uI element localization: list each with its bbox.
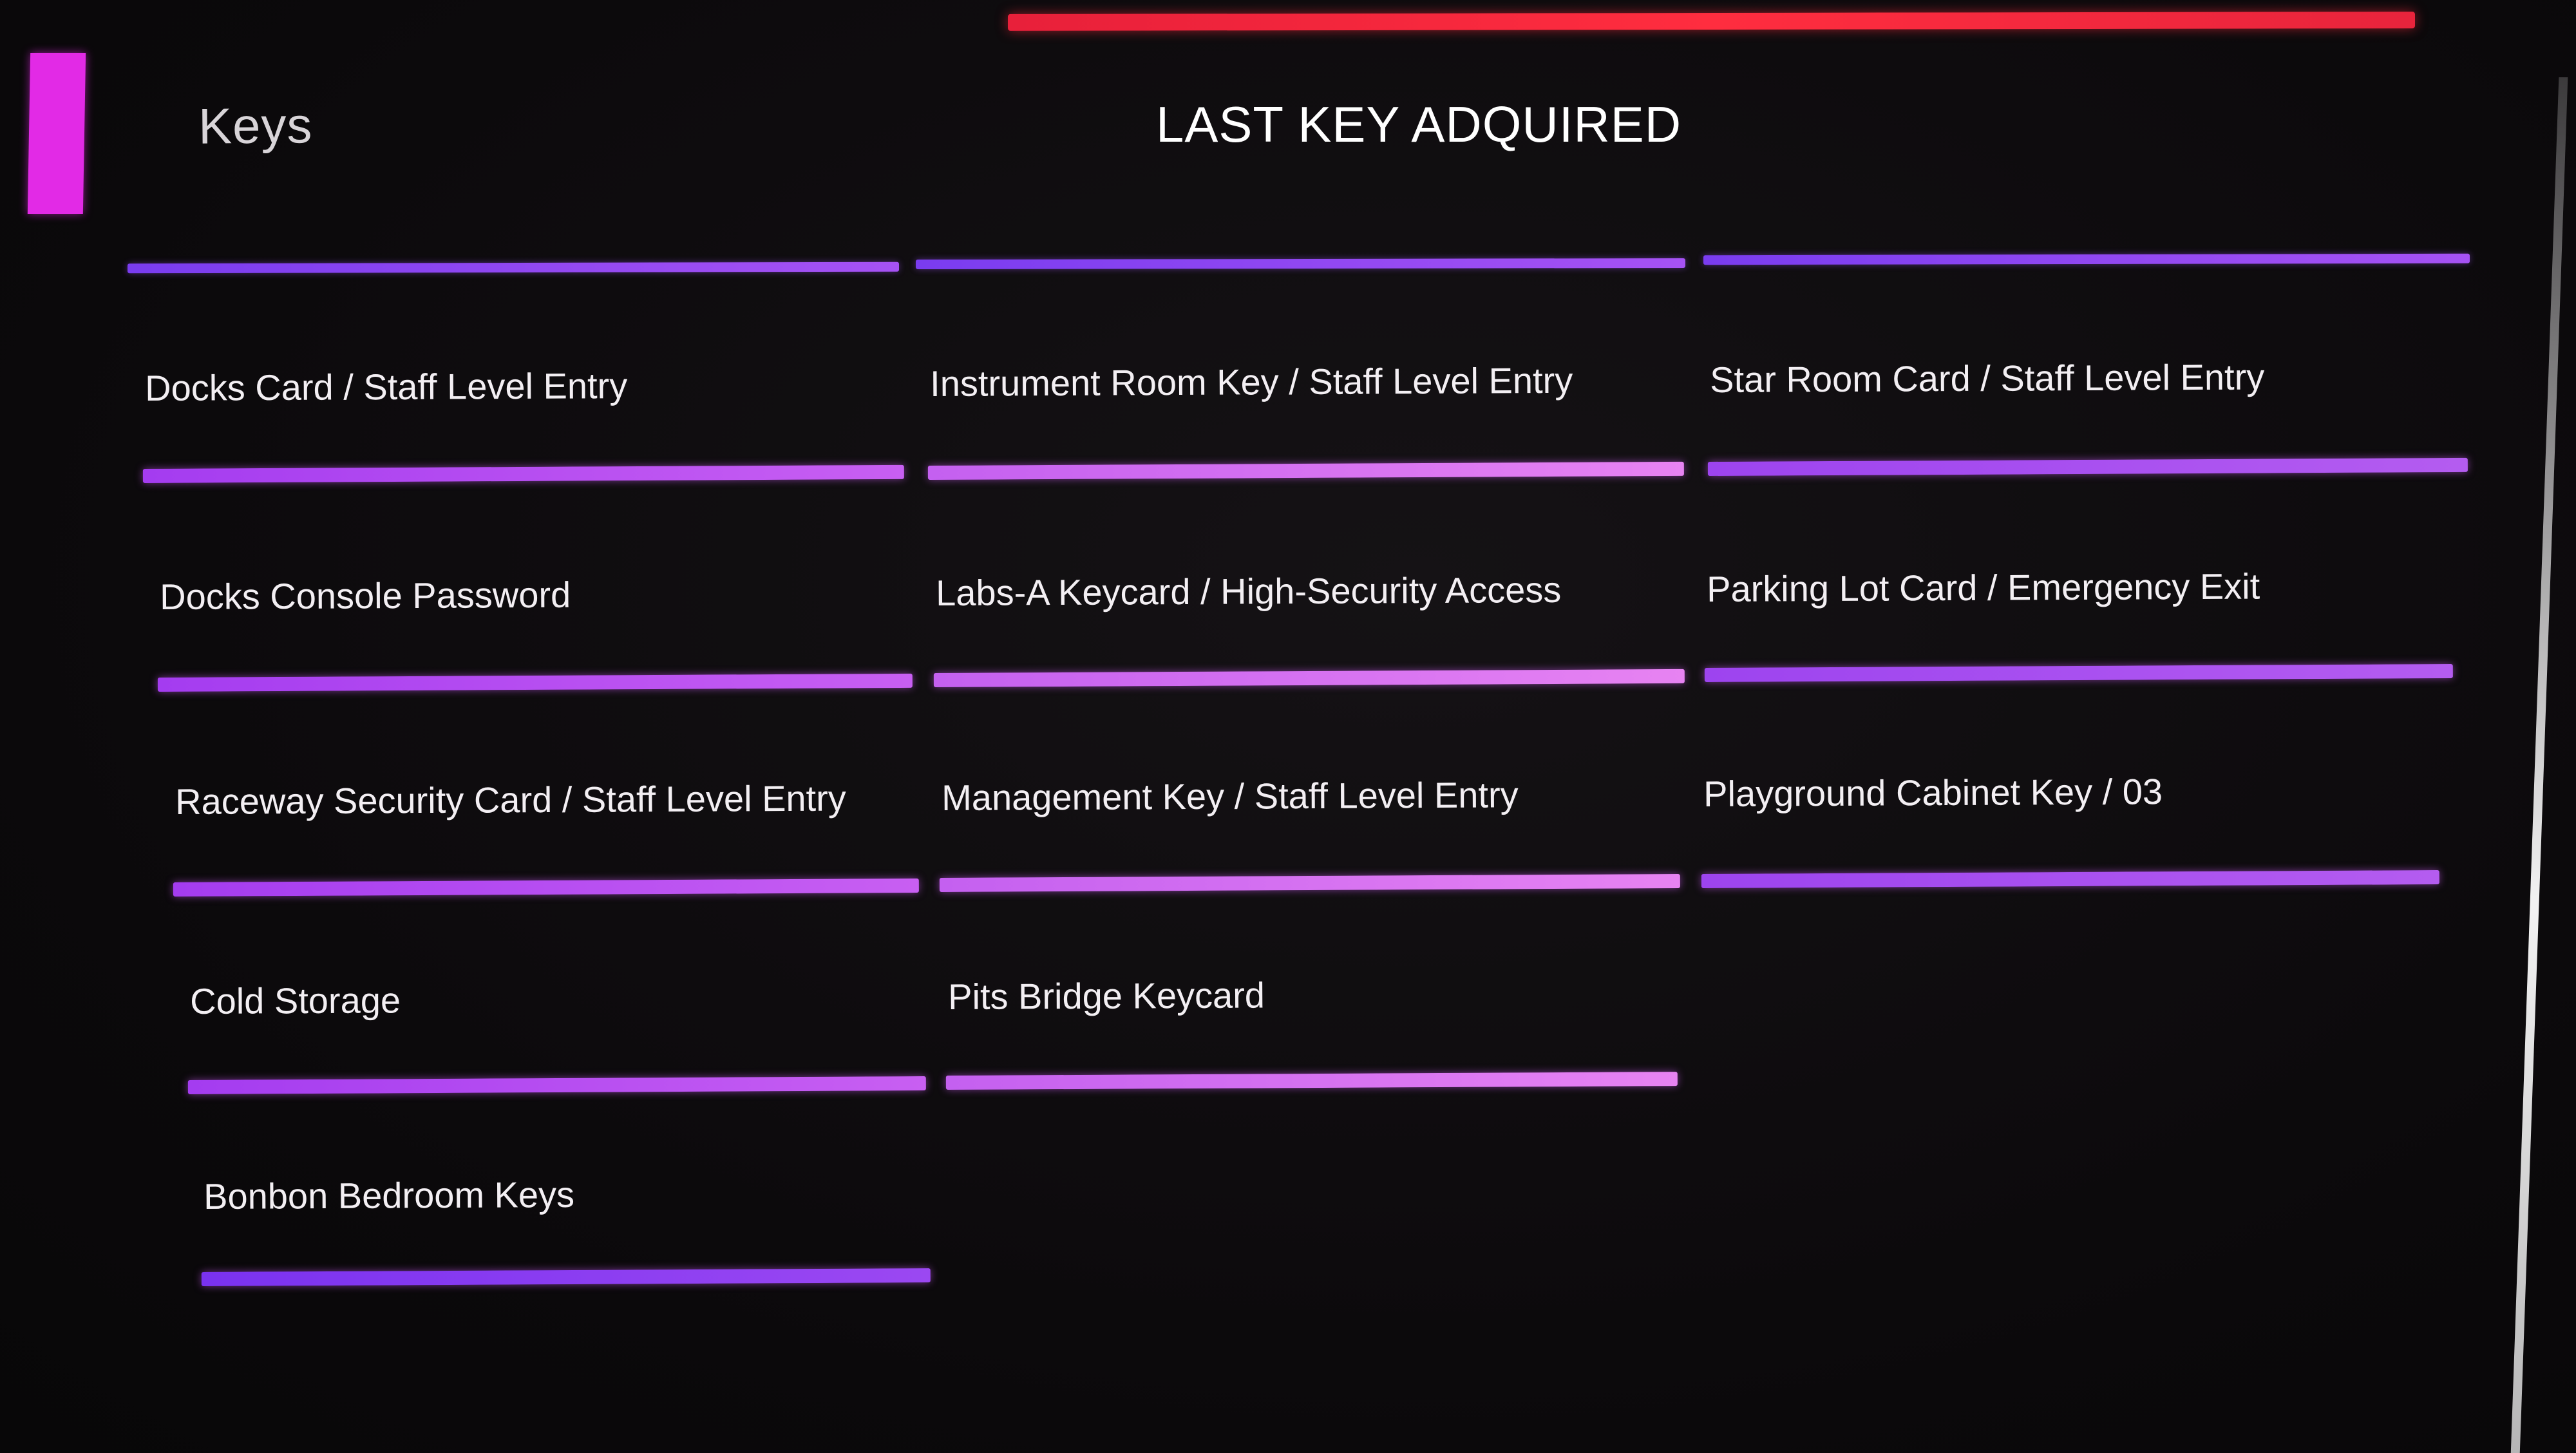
key-underline bbox=[157, 673, 913, 692]
key-label: Raceway Security Card / Staff Level Entr… bbox=[175, 777, 846, 822]
key-underline bbox=[945, 1072, 1678, 1090]
key-label: Docks Card / Staff Level Entry bbox=[145, 365, 628, 408]
key-underline bbox=[933, 669, 1685, 688]
key-label: Cold Storage bbox=[190, 980, 401, 1021]
key-label: Docks Console Password bbox=[160, 574, 571, 617]
key-label: Instrument Room Key / Staff Level Entry bbox=[930, 359, 1573, 404]
key-underline bbox=[1701, 870, 2439, 889]
section-title: Keys bbox=[198, 97, 313, 155]
last-key-acquired-heading: LAST KEY ADQUIRED bbox=[1156, 96, 1682, 153]
key-label: Bonbon Bedroom Keys bbox=[204, 1173, 575, 1217]
key-underline bbox=[173, 878, 919, 897]
key-underline bbox=[201, 1268, 931, 1287]
key-label: Star Room Card / Staff Level Entry bbox=[1710, 356, 2265, 400]
key-label: Playground Cabinet Key / 03 bbox=[1703, 771, 2163, 814]
screen-edge-glare bbox=[2510, 77, 2568, 1453]
key-underline bbox=[1704, 663, 2453, 683]
top-health-bar bbox=[1007, 12, 2416, 31]
key-label: Parking Lot Card / Emergency Exit bbox=[1707, 565, 2260, 609]
header-divider-middle bbox=[915, 258, 1686, 270]
key-underline bbox=[939, 873, 1680, 893]
header-divider-right bbox=[1703, 253, 2470, 265]
key-label: Pits Bridge Keycard bbox=[948, 974, 1265, 1017]
key-underline bbox=[142, 464, 904, 484]
key-label: Labs-A Keycard / High-Security Access bbox=[936, 569, 1562, 613]
tab-marker bbox=[27, 53, 86, 214]
header-divider-left bbox=[127, 261, 900, 274]
key-underline bbox=[187, 1076, 926, 1095]
key-underline bbox=[1707, 457, 2468, 477]
key-underline bbox=[927, 461, 1684, 480]
key-label: Management Key / Staff Level Entry bbox=[942, 774, 1519, 818]
